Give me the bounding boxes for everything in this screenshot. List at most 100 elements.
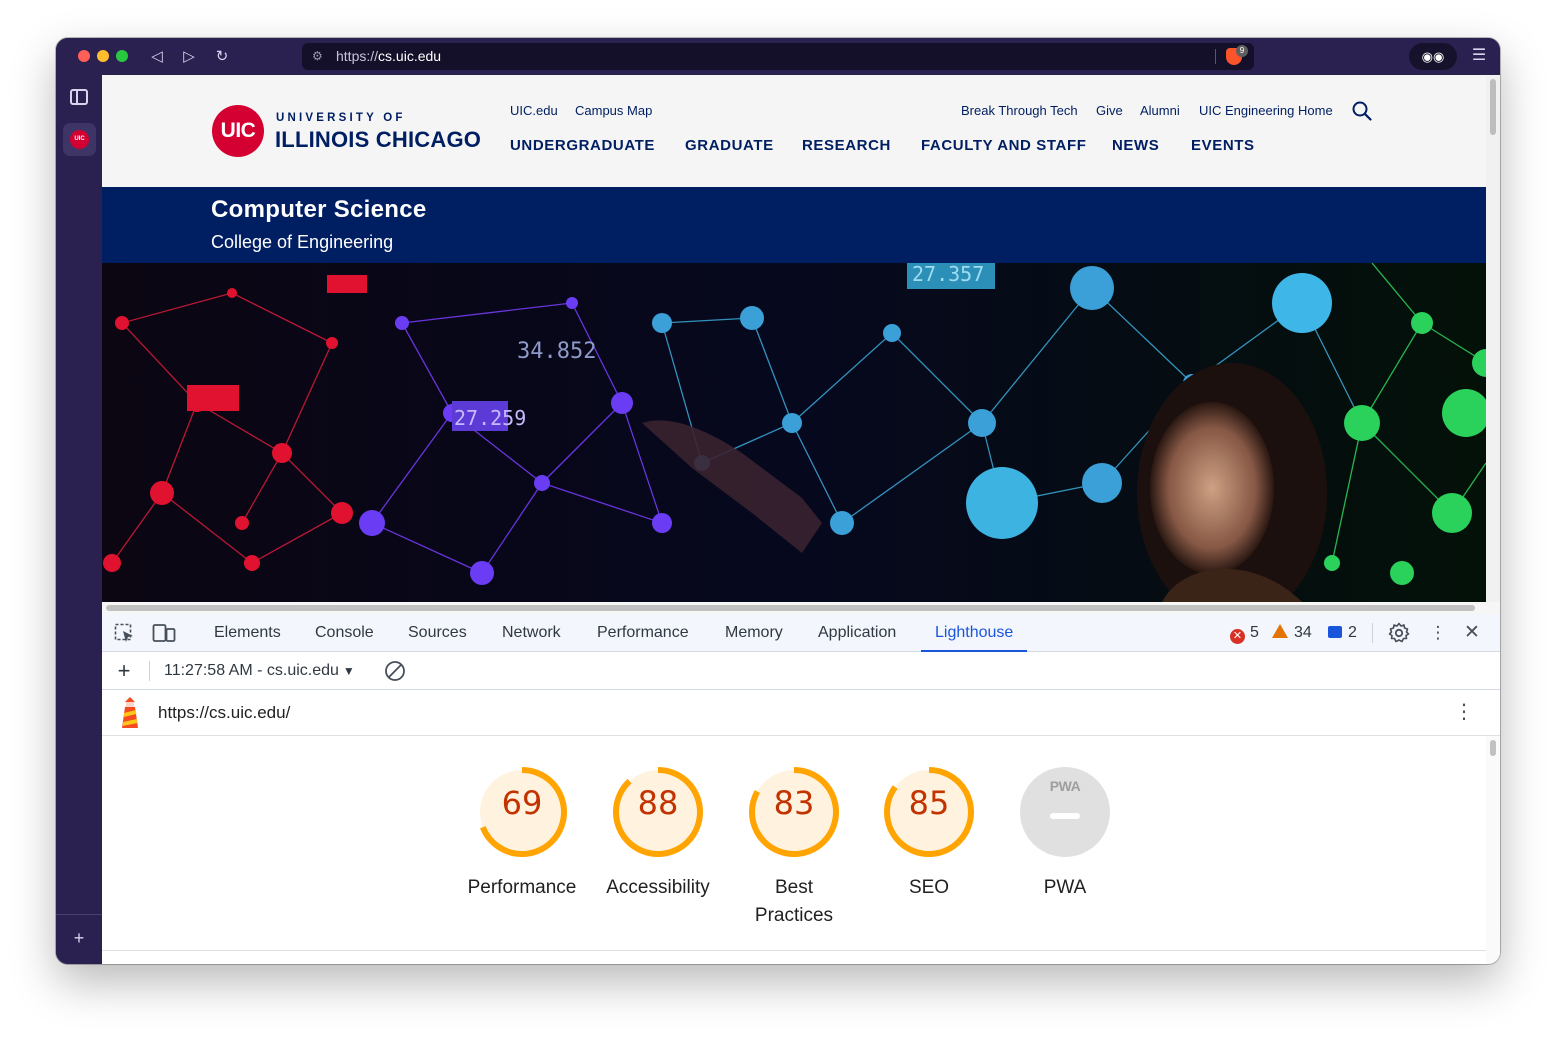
util-link-engineering-home[interactable]: UIC Engineering Home [1199,103,1333,118]
horizontal-scrollbar-thumb[interactable] [106,605,1475,611]
report-menu-icon[interactable]: ⋮ [1454,702,1474,722]
logo-illinois-chicago[interactable]: ILLINOIS CHICAGO [275,127,481,153]
tab-sources[interactable]: Sources [408,614,467,652]
tab-console[interactable]: Console [315,614,374,652]
performance-label: Performance [467,877,577,898]
best-practices-label: Best Practices [754,877,834,926]
lighthouse-report: 69 Performance 88 Accessibility 83 Best … [102,736,1486,964]
forward-icon[interactable]: ▷ [178,46,200,68]
tab-network[interactable]: Network [502,614,561,652]
address-url: https://cs.uic.edu [336,48,442,64]
report-scrollbar[interactable] [1486,736,1500,964]
address-bar[interactable]: ⚙ https://cs.uic.edu 9 [302,43,1254,70]
tabbar-divider [1372,623,1373,643]
accessibility-label: Accessibility [606,877,710,898]
page-horizontal-scrollbar[interactable] [102,602,1500,614]
report-url[interactable]: https://cs.uic.edu/ [158,703,290,723]
site-settings-icon[interactable]: ⚙ [312,43,323,70]
browser-sidebar: UIC + [56,75,102,964]
logo-university-of[interactable]: UNIVERSITY OF [276,112,406,124]
errors-count: 5 [1250,624,1259,641]
gauge-accessibility[interactable]: 88 Accessibility [593,764,723,902]
report-url-row: https://cs.uic.edu/ ⋮ [102,690,1500,736]
uic-logo-mark[interactable]: UIC [212,105,264,157]
devtools-tabbar: Elements Console Sources Network Perform… [102,614,1500,652]
shields-count-badge: 9 [1236,45,1248,57]
nav-graduate[interactable]: GRADUATE [685,137,774,154]
device-toolbar-icon[interactable] [152,623,176,643]
devtools-panel: Elements Console Sources Network Perform… [102,602,1500,964]
new-report-icon[interactable]: + [114,660,134,682]
hero-number-1: 27.357 [912,263,984,286]
nav-news[interactable]: NEWS [1112,137,1159,154]
pwa-label: PWA [1043,877,1087,898]
back-icon[interactable]: ◁ [146,46,168,68]
reload-icon[interactable]: ↻ [211,46,233,68]
website-page: UIC UNIVERSITY OF ILLINOIS CHICAGO UIC.e… [102,75,1486,602]
inspect-element-icon[interactable] [114,623,136,643]
util-link-alumni[interactable]: Alumni [1140,103,1180,118]
nav-events[interactable]: EVENTS [1191,137,1255,154]
performance-score: 69 [501,784,543,822]
message-icon [1328,626,1342,638]
util-link-give[interactable]: Give [1096,103,1123,118]
address-divider [1215,49,1216,64]
tab-application[interactable]: Application [818,614,896,652]
search-icon[interactable] [1352,101,1372,121]
department-title[interactable]: Computer Science [211,196,427,224]
college-subtitle[interactable]: College of Engineering [211,232,393,253]
department-banner: Computer Science College of Engineering [102,187,1486,263]
private-glasses-icon[interactable]: ◉◉ [1409,43,1457,70]
close-devtools-icon[interactable]: ✕ [1462,623,1482,643]
util-link-campus-map[interactable]: Campus Map [575,103,652,118]
seo-label: SEO [908,877,950,898]
pinned-tab-uic[interactable]: UIC [63,123,96,156]
chevron-down-icon: ▼ [342,664,355,678]
sidebar-divider [56,914,102,915]
warning-icon [1272,624,1288,638]
clear-reports-icon[interactable] [384,660,406,682]
nav-faculty-and-staff[interactable]: FACULTY AND STAFF [921,137,1086,154]
report-divider [102,950,1486,951]
error-icon: ✕ [1230,629,1245,644]
network-hero-graphic: 34.852 27.357 27.259 [102,263,1486,602]
hero-number-3: 27.259 [454,406,526,430]
nav-undergraduate[interactable]: UNDERGRADUATE [510,137,655,154]
minimize-window-button[interactable] [97,50,109,62]
sidebar-toggle-icon[interactable] [70,89,88,105]
page-scrollbar[interactable] [1486,75,1500,602]
messages-count: 2 [1348,624,1357,641]
report-scrollbar-thumb[interactable] [1490,740,1496,756]
page-viewport: UIC UNIVERSITY OF ILLINOIS CHICAGO UIC.e… [102,75,1500,964]
hero-number-2: 34.852 [517,339,596,364]
report-selector-text: 11:27:58 AM - cs.uic.edu [164,662,339,679]
warnings-counter[interactable]: 34 [1272,623,1312,643]
menu-icon[interactable]: ☰ [1469,46,1489,66]
settings-gear-icon[interactable] [1388,622,1410,644]
tab-performance[interactable]: Performance [597,614,689,652]
gauge-pwa[interactable]: PWA PWA [1000,764,1130,902]
close-window-button[interactable] [78,50,90,62]
browser-window: ◁ ▷ ↻ ⚙ https://cs.uic.edu 9 ◉◉ ☰ UIC + … [56,38,1500,964]
zoom-window-button[interactable] [116,50,128,62]
util-link-break-through-tech[interactable]: Break Through Tech [961,103,1078,118]
util-link-uic-edu[interactable]: UIC.edu [510,103,558,118]
page-scrollbar-thumb[interactable] [1490,79,1496,135]
more-options-icon[interactable]: ⋮ [1428,623,1448,643]
tab-memory[interactable]: Memory [725,614,783,652]
messages-counter[interactable]: 2 [1328,623,1357,643]
tab-elements[interactable]: Elements [214,614,281,652]
gauge-best-practices[interactable]: 83 Best Practices [729,764,859,930]
best-practices-score: 83 [773,784,815,822]
seo-score: 85 [908,784,950,822]
pwa-badge-text: PWA [1049,778,1081,794]
gauge-seo[interactable]: 85 SEO [864,764,994,902]
browser-toolbar: ◁ ▷ ↻ ⚙ https://cs.uic.edu 9 ◉◉ ☰ [56,38,1500,75]
gauge-performance[interactable]: 69 Performance [457,764,587,902]
add-tab-icon[interactable]: + [68,927,90,949]
report-selector[interactable]: 11:27:58 AM - cs.uic.edu ▼ [164,661,355,681]
warnings-count: 34 [1294,624,1312,641]
errors-counter[interactable]: ✕ 5 [1230,623,1259,644]
nav-research[interactable]: RESEARCH [802,137,891,154]
tab-lighthouse[interactable]: Lighthouse [920,614,1028,652]
